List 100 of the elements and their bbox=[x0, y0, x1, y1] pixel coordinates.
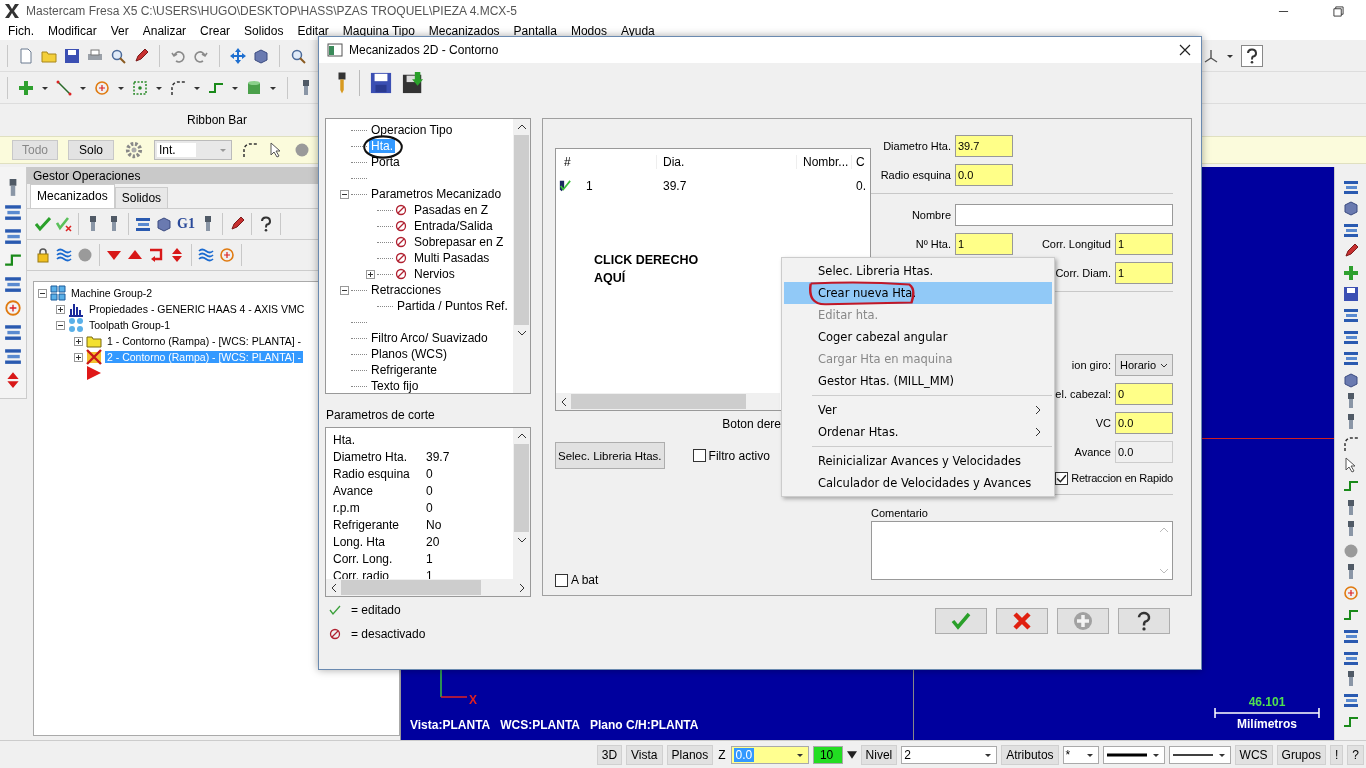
menu-item[interactable]: Analizar bbox=[135, 24, 194, 38]
spindle-speed-field[interactable]: 0 bbox=[1115, 382, 1173, 405]
column-header[interactable]: C bbox=[851, 155, 870, 169]
parameter-name: r.p.m bbox=[333, 500, 361, 515]
diameter-field[interactable]: 39.7 bbox=[955, 134, 1013, 157]
scale-value: 46.101 bbox=[1248, 696, 1286, 708]
parameter-name: Hta. bbox=[333, 432, 356, 447]
color-field[interactable]: 10 bbox=[812, 745, 843, 764]
rotation-dropdown[interactable]: Horario bbox=[1115, 353, 1173, 376]
tree-item[interactable]: Parametros Mecanizado bbox=[369, 187, 504, 201]
mode-dropdown[interactable]: Int. bbox=[154, 140, 232, 160]
tree-item[interactable]: Propiedades - GENERIC HAAS 4 - AXIS VMC bbox=[87, 303, 307, 315]
column-header[interactable]: # bbox=[556, 155, 656, 169]
context-menu-item[interactable]: Selec. Libreria Htas. bbox=[784, 260, 1052, 282]
annotation-text: CLICK DERECHO AQUÍ bbox=[594, 252, 700, 287]
context-menu-item[interactable]: Ver bbox=[784, 399, 1052, 421]
field-label: Diametro Hta. bbox=[882, 139, 951, 152]
view-info: WCS:PLANTA bbox=[500, 718, 580, 732]
view-info: Vista:PLANTA bbox=[410, 718, 491, 732]
menu-item[interactable]: Editar bbox=[290, 24, 336, 38]
legend-label: = desactivado bbox=[351, 626, 426, 641]
panel-tab[interactable]: Solidos bbox=[114, 187, 169, 208]
parameter-name: Corr. radio bbox=[333, 568, 391, 579]
field-label: Avance bbox=[1074, 445, 1111, 458]
menu-item[interactable]: Ayuda bbox=[614, 24, 662, 38]
section-title: Parametros de corte bbox=[326, 408, 436, 422]
field-label: Corr. Longitud bbox=[1041, 237, 1111, 250]
parameter-name: Long. Hta bbox=[333, 534, 387, 549]
context-menu-item[interactable]: Ordenar Htas. bbox=[784, 421, 1052, 443]
status-button[interactable]: Grupos bbox=[1276, 744, 1326, 765]
field-label: Comentario bbox=[871, 507, 929, 519]
parameter-value: 0 bbox=[426, 483, 433, 498]
level-dropdown[interactable]: 2 bbox=[901, 745, 998, 764]
status-button[interactable]: ? bbox=[1347, 744, 1364, 765]
menu-item[interactable]: Modos bbox=[563, 24, 614, 38]
axis-label: X bbox=[469, 693, 477, 707]
parameter-name: Diametro Hta. bbox=[333, 449, 409, 464]
g-code-button[interactable]: G1 bbox=[177, 216, 195, 232]
corner-radius-field[interactable]: 0.0 bbox=[955, 163, 1013, 186]
column-header[interactable]: Dia. bbox=[656, 155, 796, 169]
context-menu-item[interactable]: Calculador de Velocidades y Avances bbox=[784, 472, 1052, 494]
view-info: Plano C/H:PLANTA bbox=[590, 718, 699, 732]
field-label: el. cabezal: bbox=[1055, 387, 1111, 400]
menu-item[interactable]: Crear bbox=[193, 24, 238, 38]
parameter-value: 20 bbox=[426, 534, 440, 549]
rapid-retract-checkbox[interactable]: Retraccion en Rapido bbox=[1055, 471, 1173, 485]
column-header[interactable]: Nombr... bbox=[796, 155, 851, 169]
menu-item[interactable]: Maquina Tipo bbox=[335, 24, 422, 38]
scale-unit: Milímetros bbox=[1237, 718, 1297, 730]
tree-item[interactable]: Texto fijo bbox=[369, 379, 421, 393]
parameter-value: 0 bbox=[426, 500, 433, 515]
attributes-button[interactable]: Atributos bbox=[1001, 744, 1059, 765]
context-menu-item[interactable]: Coger cabezal angular bbox=[784, 326, 1052, 348]
tree-item[interactable]: 1 - Contorno (Rampa) - [WCS: PLANTA] - bbox=[105, 335, 304, 347]
field-label: Corr. Diam. bbox=[1055, 266, 1111, 279]
field-label: ion giro: bbox=[1071, 358, 1111, 371]
menu-item[interactable]: Pantalla bbox=[506, 24, 564, 38]
context-menu-item[interactable]: Reinicializar Avances y Velocidades bbox=[784, 450, 1052, 472]
parameter-name: Radio esquina bbox=[333, 466, 411, 481]
table-cell: 1 bbox=[586, 179, 593, 193]
hint-text: Boton dere bbox=[722, 417, 781, 431]
tree-item[interactable]: Machine Group-2 bbox=[69, 287, 155, 299]
menu-item[interactable]: Fich. bbox=[1, 24, 41, 38]
parameter-value: 0 bbox=[426, 466, 433, 481]
menu-item[interactable]: Ver bbox=[103, 24, 136, 38]
batch-checkbox[interactable]: A bat bbox=[555, 573, 599, 587]
parameter-name: Refrigerante bbox=[333, 517, 401, 532]
menu-item[interactable]: Mecanizados bbox=[421, 24, 507, 38]
field-label: Nombre bbox=[910, 208, 951, 221]
level-button[interactable]: Nivel bbox=[860, 744, 898, 765]
tree-item[interactable]: Retracciones bbox=[369, 283, 444, 297]
tree-item[interactable]: Toolpath Group-1 bbox=[87, 319, 173, 331]
panel-tab[interactable]: Mecanizados bbox=[30, 184, 115, 208]
status-button[interactable]: WCS bbox=[1234, 744, 1273, 765]
status-button[interactable]: ! bbox=[1329, 744, 1344, 765]
library-button[interactable]: Selec. Libreria Htas. bbox=[555, 442, 665, 469]
filter-checkbox[interactable]: Filtro activo bbox=[692, 448, 770, 463]
tree-item[interactable]: Porta bbox=[369, 155, 402, 169]
dialog-title: Mecanizados 2D - Contorno bbox=[349, 43, 499, 57]
status-button[interactable]: Planos bbox=[666, 744, 714, 765]
parameter-value: No bbox=[426, 517, 442, 532]
tree-item[interactable]: Operacion Tipo bbox=[369, 123, 455, 137]
tree-item[interactable]: Partida / Puntos Ref. bbox=[395, 299, 510, 313]
point-style-dropdown[interactable]: * bbox=[1062, 745, 1099, 764]
diameter-offset-field[interactable]: 1 bbox=[1115, 261, 1173, 284]
menu-item[interactable]: Solidos bbox=[237, 24, 291, 38]
length-offset-field[interactable]: 1 bbox=[1115, 232, 1173, 255]
menu-item[interactable]: Modificar bbox=[41, 24, 104, 38]
context-menu-item[interactable]: Gestor Htas. (MILL_MM) bbox=[784, 370, 1052, 392]
tree-item[interactable]: Planos (WCS) bbox=[369, 347, 449, 361]
field-label: Nº Hta. bbox=[914, 237, 951, 250]
tool-number-field[interactable]: 1 bbox=[955, 232, 1013, 255]
selection-button[interactable]: Solo bbox=[68, 140, 114, 160]
parameter-value: 1 bbox=[426, 568, 433, 579]
tree-item[interactable]: Filtro Arco/ Suavizado bbox=[369, 331, 490, 345]
ribbon-bar-label: Ribbon Bar bbox=[187, 113, 248, 127]
tree-item[interactable]: Refrigerante bbox=[369, 363, 440, 377]
status-button[interactable]: Vista bbox=[626, 744, 663, 765]
status-button[interactable]: 3D bbox=[596, 744, 623, 765]
cutting-speed-field[interactable]: 0.0 bbox=[1115, 411, 1173, 434]
